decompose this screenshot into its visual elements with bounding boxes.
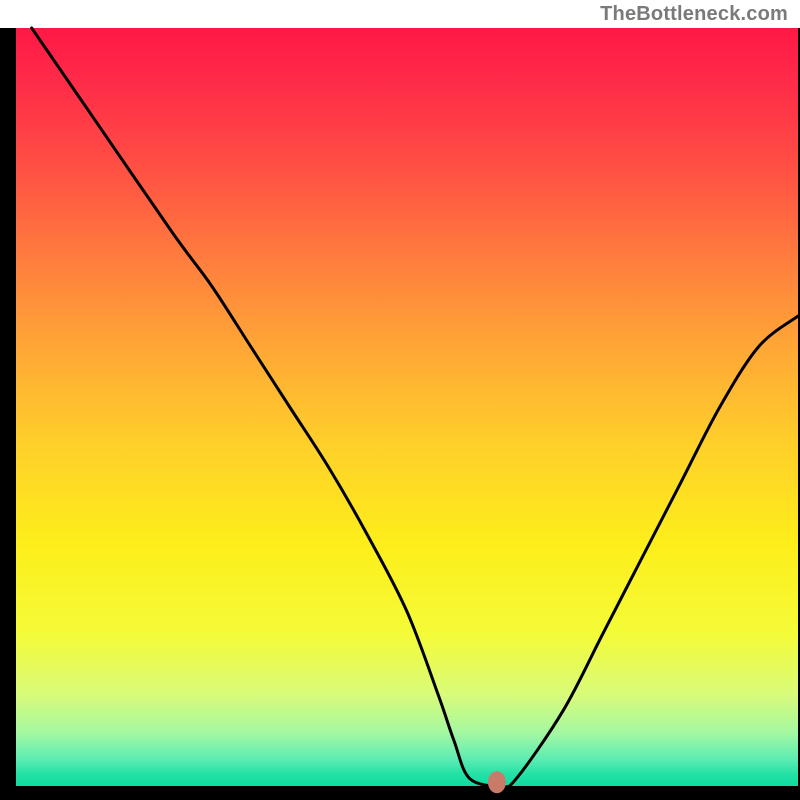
axis-left: [0, 28, 16, 800]
axis-bottom: [0, 786, 800, 800]
optimal-point-marker: [488, 771, 506, 793]
chart-wrapper: TheBottleneck.com: [0, 0, 800, 800]
watermark-text: TheBottleneck.com: [600, 3, 788, 26]
bottleneck-chart: [0, 0, 800, 800]
gradient-background: [16, 28, 798, 786]
